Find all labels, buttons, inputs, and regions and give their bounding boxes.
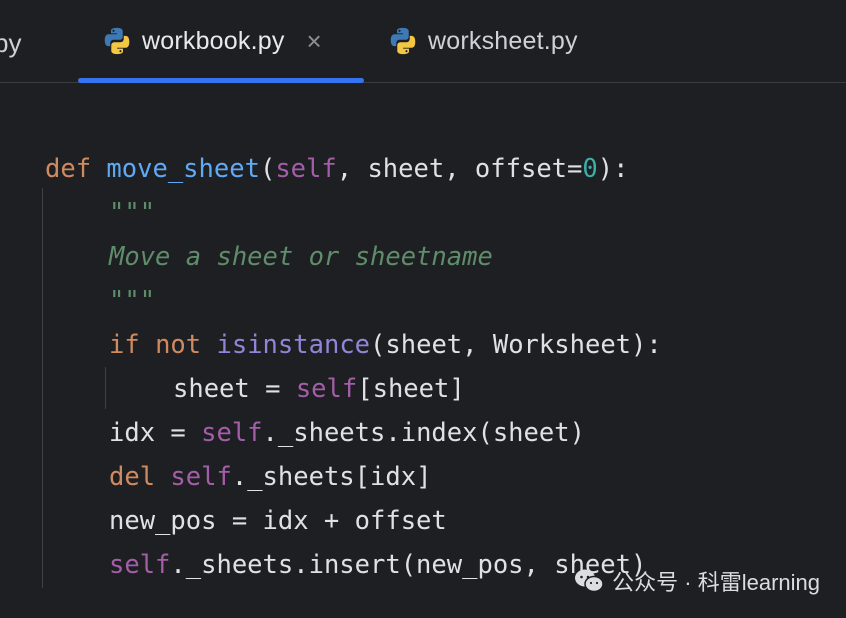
tab-label: workbook.py — [142, 26, 285, 55]
code-line-1[interactable]: def move_sheet(self, sheet, offset=0): — [45, 152, 628, 186]
code-text: new_pos = idx + offset — [109, 506, 447, 536]
watermark-text: 公众号 · 科雷learning — [612, 570, 820, 595]
code-text: idx = — [109, 418, 202, 448]
paren: ): — [597, 154, 629, 184]
code-line-6[interactable]: sheet = self[sheet] — [173, 372, 465, 406]
self-keyword: self — [201, 418, 263, 448]
indent-guide — [42, 188, 43, 588]
code-line-9[interactable]: new_pos = idx + offset — [109, 504, 447, 538]
close-icon[interactable]: × — [307, 28, 322, 54]
number-literal: 0 — [582, 154, 598, 184]
docstring-quote: """ — [109, 286, 156, 316]
code-text: (sheet, Worksheet): — [370, 330, 662, 360]
code-line-3[interactable]: Move a sheet or sheetname — [109, 240, 493, 274]
builtin-isinstance: isinstance — [216, 330, 371, 360]
python-file-icon — [390, 27, 416, 55]
self-keyword: self — [109, 550, 171, 580]
code-line-10[interactable]: self._sheets.insert(new_pos, sheet) — [109, 548, 646, 582]
params: , sheet, offset= — [336, 154, 583, 184]
keyword-if: if — [109, 330, 140, 360]
indent-guide — [105, 367, 106, 409]
tab-workbook-py[interactable]: workbook.py × — [78, 0, 364, 83]
function-name: move_sheet — [106, 154, 260, 184]
docstring-quote: """ — [109, 198, 156, 228]
code-text: ._sheets[idx] — [231, 462, 432, 492]
keyword-del: del — [109, 462, 156, 492]
code-text: sheet = — [173, 374, 296, 404]
code-line-5[interactable]: if not isinstance(sheet, Worksheet): — [109, 328, 662, 362]
keyword-not: not — [155, 330, 202, 360]
keyword-def: def — [45, 154, 92, 184]
docstring-text: Move a sheet or sheetname — [109, 242, 493, 272]
self-keyword: self — [275, 154, 337, 184]
wechat-icon — [575, 569, 604, 593]
code-line-7[interactable]: idx = self._sheets.index(sheet) — [109, 416, 585, 450]
tab-label: worksheet.py — [428, 26, 578, 55]
tab-worksheet-py[interactable]: worksheet.py — [386, 0, 646, 82]
self-keyword: self — [170, 462, 232, 492]
paren: ( — [259, 154, 276, 184]
code-line-2[interactable]: """ — [109, 196, 155, 230]
code-editor[interactable]: def move_sheet(self, sheet, offset=0): "… — [0, 83, 846, 618]
code-text: [sheet] — [357, 374, 465, 404]
watermark: 公众号 · 科雷learning — [574, 565, 820, 597]
code-line-8[interactable]: del self._sheets[idx] — [109, 460, 431, 494]
code-text: ._sheets.index(sheet) — [262, 418, 585, 448]
code-line-4[interactable]: """ — [109, 284, 155, 318]
editor-tab-bar: py workbook.py × worksheet.py — [0, 0, 846, 83]
self-keyword: self — [295, 374, 358, 404]
tab-previous-cutoff[interactable]: py — [0, 28, 21, 59]
python-file-icon — [104, 27, 130, 55]
tab-previous-label: py — [0, 28, 22, 58]
